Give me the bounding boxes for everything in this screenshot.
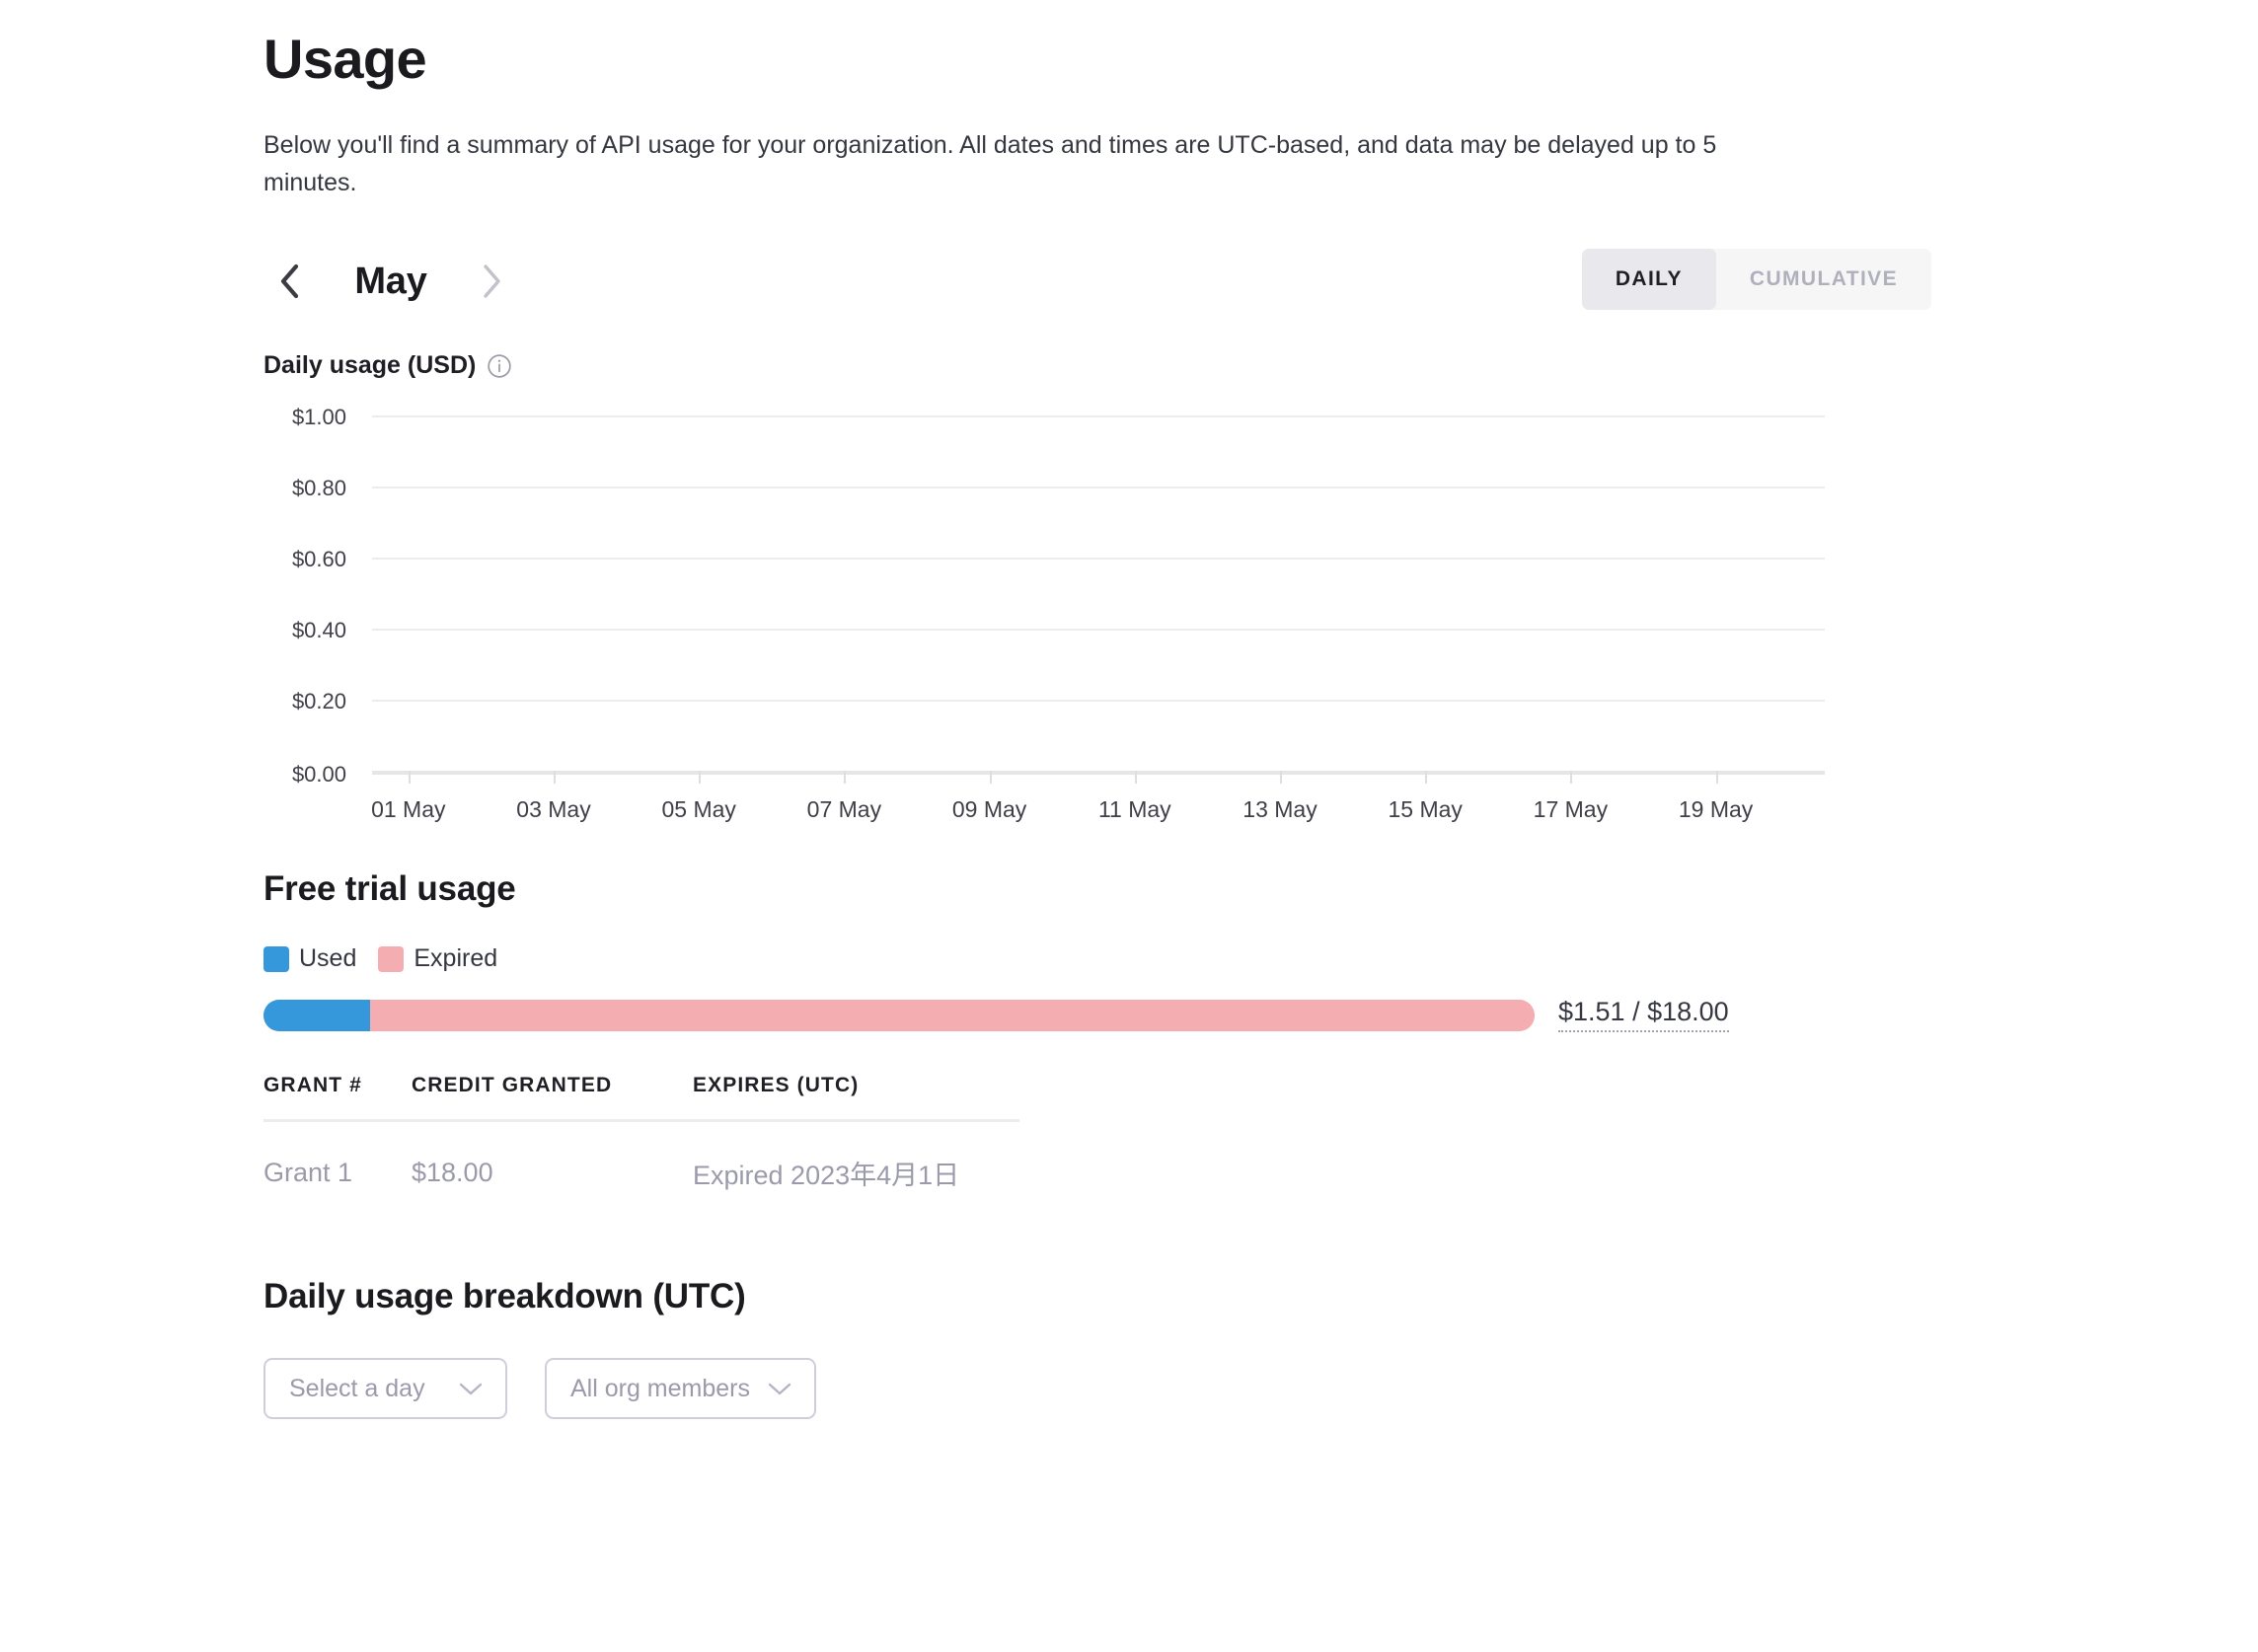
x-axis-tick-mark [844,771,846,784]
chevron-down-icon [767,1381,792,1396]
info-icon[interactable] [487,353,512,379]
free-trial-amount: $1.51 / $18.00 [1558,999,1729,1032]
x-axis-tick-label: 17 May [1534,796,1608,823]
x-axis-tick-label: 11 May [1098,796,1171,823]
prev-month-button[interactable] [263,255,317,308]
y-axis-tick-label: $0.20 [292,689,346,714]
chart-controls-row: May DAILY CUMULATIVE [263,247,1931,316]
legend-swatch-expired [378,946,404,972]
page-title: Usage [263,28,2258,91]
cell-grant-number: Grant 1 [263,1121,412,1193]
daily-usage-chart: $1.00$0.80$0.60$0.40$0.20$0.0001 May03 M… [263,408,1931,773]
progress-segment-expired [370,1000,1535,1031]
legend-label-used: Used [299,944,356,973]
usage-page: Usage Below you'll find a summary of API… [0,0,2258,1652]
legend-swatch-used [263,946,289,972]
y-axis-tick-label: $0.80 [292,476,346,501]
chart-gridline: $0.00 [372,771,1825,775]
legend-item-used: Used [263,944,356,973]
x-axis-tick-label: 19 May [1679,796,1753,823]
column-header-expires: EXPIRES (UTC) [693,1074,1019,1121]
grant-table: GRANT # CREDIT GRANTED EXPIRES (UTC) Gra… [263,1074,1019,1192]
x-axis-tick-mark [990,771,992,784]
x-axis-tick-mark [1280,771,1282,784]
x-axis-tick-label: 03 May [516,796,590,823]
x-axis-tick-mark [1570,771,1572,784]
grant-table-header-row: GRANT # CREDIT GRANTED EXPIRES (UTC) [263,1074,1019,1121]
page-description: Below you'll find a summary of API usage… [263,126,1744,201]
legend-item-expired: Expired [378,944,497,973]
legend-label-expired: Expired [414,944,497,973]
x-axis-tick-mark [1135,771,1137,784]
next-month-button[interactable] [465,255,518,308]
cell-expires: Expired 2023年4月1日 [693,1121,1019,1193]
x-axis-tick-mark [554,771,556,784]
progress-segment-used [263,1000,370,1031]
y-axis-tick-label: $0.60 [292,547,346,572]
org-member-select-value: All org members [570,1375,750,1403]
x-axis-tick-mark [1716,771,1718,784]
free-trial-section: Free trial usage Used Expired $1.51 / $1… [263,869,2258,1192]
x-axis-tick-mark [409,771,411,784]
day-select-dropdown[interactable]: Select a day [263,1358,507,1419]
column-header-grant: GRANT # [263,1074,412,1121]
chart-plot-area: $1.00$0.80$0.60$0.40$0.20$0.0001 May03 M… [372,415,1825,771]
free-trial-progress-row: $1.51 / $18.00 [263,999,2258,1032]
x-axis-tick-label: 05 May [661,796,735,823]
chart-gridline: $0.40 [372,629,1825,631]
breakdown-title: Daily usage breakdown (UTC) [263,1277,2258,1316]
x-axis-tick-mark [699,771,701,784]
x-axis-tick-label: 01 May [371,796,445,823]
tab-daily[interactable]: DAILY [1582,249,1716,310]
daily-breakdown-section: Daily usage breakdown (UTC) Select a day… [263,1277,2258,1419]
tab-cumulative[interactable]: CUMULATIVE [1716,249,1931,310]
x-axis-tick-label: 13 May [1242,796,1317,823]
chart-gridline: $0.60 [372,558,1825,560]
chart-title: Daily usage (USD) [263,351,476,380]
chart-gridline: $0.20 [372,700,1825,702]
y-axis-tick-label: $0.40 [292,618,346,643]
x-axis-tick-label: 09 May [952,796,1026,823]
org-member-select-dropdown[interactable]: All org members [545,1358,816,1419]
chevron-right-icon [479,262,504,301]
current-month-label: May [317,261,465,303]
x-axis-tick-label: 15 May [1388,796,1462,823]
x-axis-tick-label: 07 May [807,796,881,823]
day-select-value: Select a day [289,1375,425,1403]
column-header-credit-granted: CREDIT GRANTED [412,1074,693,1121]
chart-header: Daily usage (USD) [263,351,2258,380]
cell-credit-granted: $18.00 [412,1121,693,1193]
free-trial-progress-bar [263,1000,1535,1031]
breakdown-filters: Select a day All org members [263,1358,2258,1419]
y-axis-tick-label: $1.00 [292,405,346,430]
chart-gridline: $1.00 [372,415,1825,417]
free-trial-legend: Used Expired [263,944,2258,973]
y-axis-tick-label: $0.00 [292,762,346,788]
chevron-down-icon [458,1381,484,1396]
chevron-left-icon [277,262,303,301]
x-axis-tick-mark [1425,771,1427,784]
free-trial-title: Free trial usage [263,869,2258,909]
table-row: Grant 1 $18.00 Expired 2023年4月1日 [263,1121,1019,1193]
chart-gridline: $0.80 [372,487,1825,488]
view-mode-toggle: DAILY CUMULATIVE [1582,249,1931,310]
